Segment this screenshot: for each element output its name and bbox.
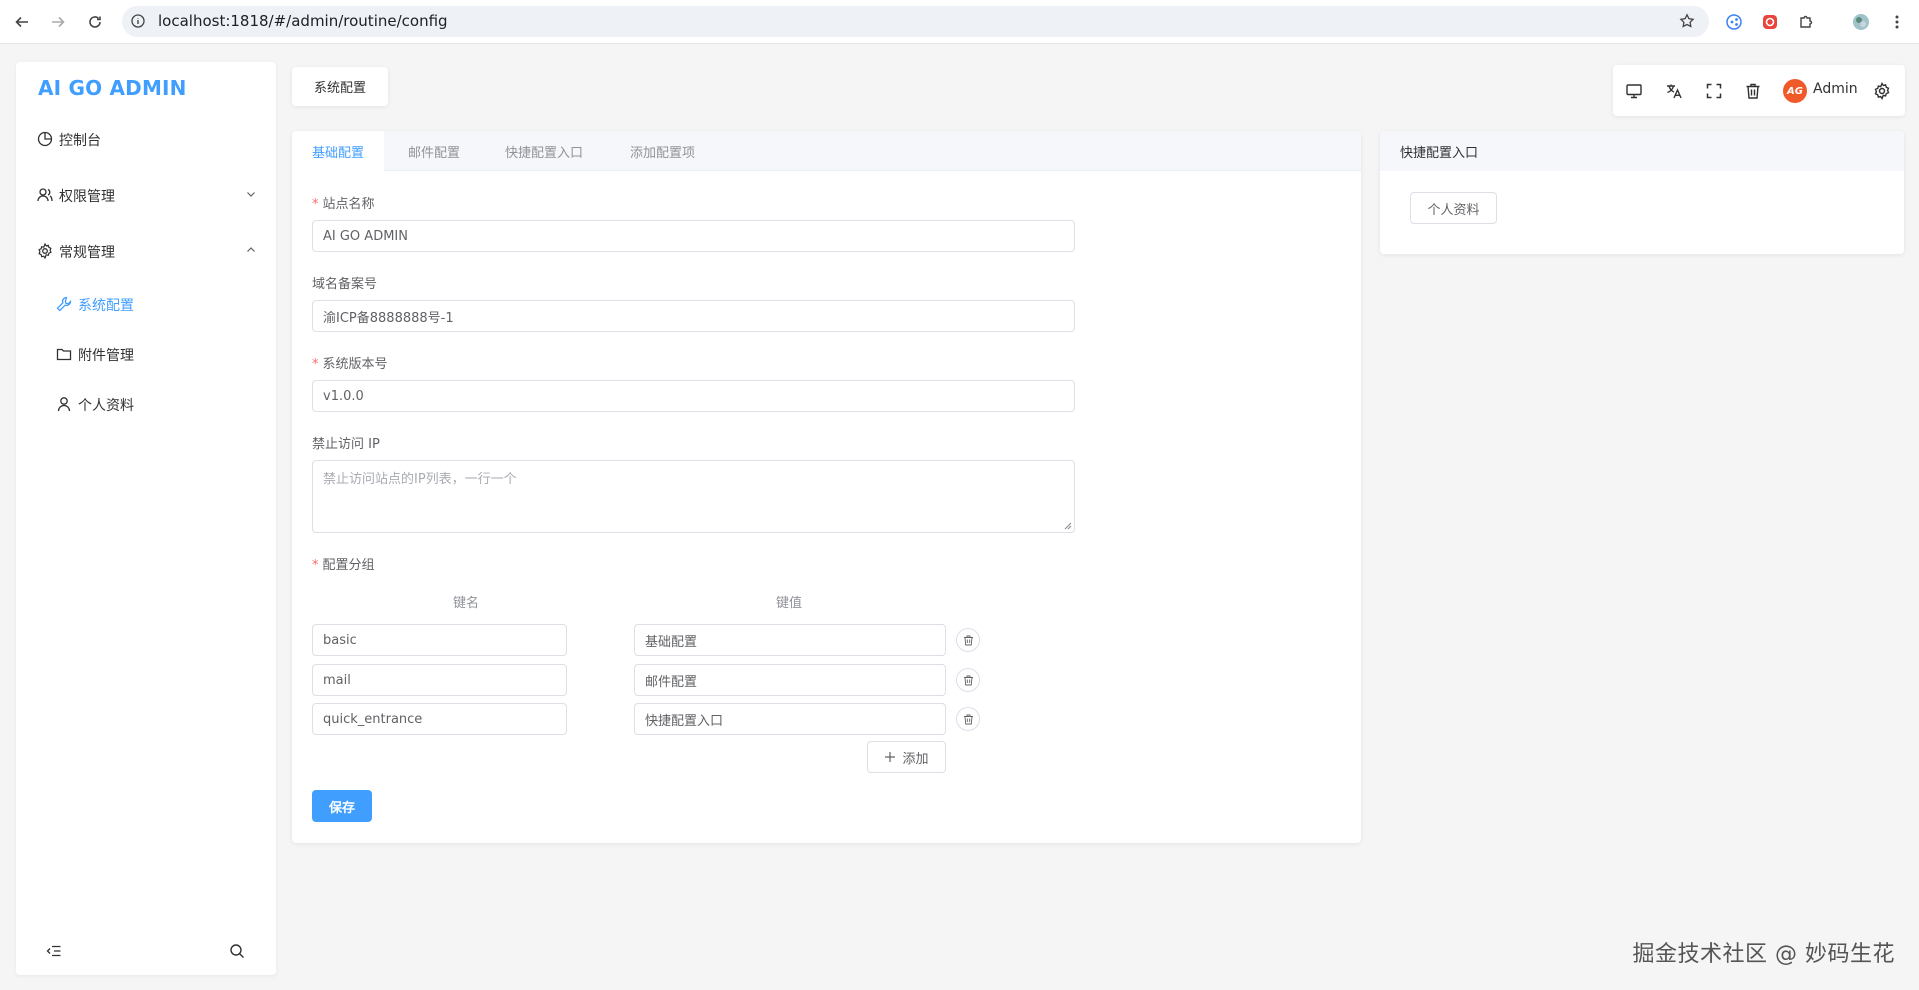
menu-item-label: 附件管理 <box>78 348 134 364</box>
red-extension-icon[interactable] <box>1759 11 1781 33</box>
tab-quick-entrance[interactable]: 快捷配置入口 <box>485 131 603 171</box>
version-input[interactable]: v1.0.0 <box>312 380 1075 412</box>
settings-gear-icon[interactable] <box>1873 82 1891 100</box>
required-mark: * <box>312 558 319 573</box>
tab-add-config-item[interactable]: 添加配置项 <box>610 131 715 171</box>
menu-item-label: 常规管理 <box>59 245 115 261</box>
menu-item-label: 权限管理 <box>59 189 115 205</box>
icp-label: 域名备案号 <box>312 277 378 292</box>
site-name-input[interactable]: AI GO ADMIN <box>312 220 1075 252</box>
users-icon <box>37 187 53 203</box>
translate-icon[interactable] <box>1665 82 1683 100</box>
forward-arrow-icon[interactable] <box>47 11 69 33</box>
extensions-puzzle-icon[interactable] <box>1795 11 1817 33</box>
menu-item-label: 个人资料 <box>78 398 134 414</box>
group-key-input[interactable]: quick_entrance <box>312 703 567 735</box>
menu-item-attachments[interactable]: 附件管理 <box>16 334 276 374</box>
site-info-icon[interactable] <box>131 14 145 28</box>
icp-input[interactable]: 渝ICP备8888888号-1 <box>312 300 1075 332</box>
tab-mail[interactable]: 邮件配置 <box>388 131 480 171</box>
url-text[interactable]: localhost:1818/#/admin/routine/config <box>158 12 448 30</box>
menu-item-system-config[interactable]: 系统配置 <box>16 284 276 324</box>
config-tabs: 基础配置 邮件配置 快捷配置入口 添加配置项 <box>292 131 1361 172</box>
group-value-input[interactable]: 基础配置 <box>634 624 946 656</box>
add-row-button[interactable]: 添加 <box>867 741 946 773</box>
back-arrow-icon[interactable] <box>11 11 33 33</box>
quick-entrance-card: 快捷配置入口 个人资料 <box>1380 131 1904 254</box>
group-value-input[interactable]: 快捷配置入口 <box>634 703 946 735</box>
user-icon <box>56 396 72 412</box>
wrench-icon <box>56 296 72 312</box>
deny-ip-placeholder: 禁止访问站点的IP列表，一行一个 <box>323 472 517 487</box>
quick-entrance-title: 快捷配置入口 <box>1380 131 1904 171</box>
group-key-input[interactable]: mail <box>312 664 567 696</box>
quick-profile-button[interactable]: 个人资料 <box>1410 192 1497 224</box>
menu-item-permissions[interactable]: 权限管理 <box>16 175 276 215</box>
group-key-input[interactable]: basic <box>312 624 567 656</box>
config-card: 基础配置 邮件配置 快捷配置入口 添加配置项 * 站点名称 AI GO ADMIN… <box>292 131 1361 843</box>
search-icon[interactable] <box>229 943 245 959</box>
profile-avatar-icon[interactable] <box>1850 11 1872 33</box>
fullscreen-icon[interactable] <box>1705 82 1723 100</box>
avatar[interactable]: AG <box>1783 79 1807 103</box>
trash-icon <box>963 714 973 724</box>
collapse-menu-icon[interactable] <box>46 943 62 959</box>
user-name[interactable]: Admin <box>1813 81 1858 97</box>
trash-icon <box>963 635 973 645</box>
required-mark: * <box>312 197 319 212</box>
address-bar[interactable]: localhost:1818/#/admin/routine/config <box>122 6 1709 37</box>
site-name-label: * 站点名称 <box>312 197 375 212</box>
menu-item-routine[interactable]: 常规管理 <box>16 231 276 271</box>
gear-icon <box>37 243 53 259</box>
monitor-icon[interactable] <box>1625 82 1643 100</box>
brand-title[interactable]: AI GO ADMIN <box>38 76 187 100</box>
reload-icon[interactable] <box>84 11 106 33</box>
chevron-up-icon <box>246 245 256 255</box>
menu-item-profile[interactable]: 个人资料 <box>16 384 276 424</box>
config-group-label: * 配置分组 <box>312 558 375 573</box>
watermark: 掘金技术社区 @ 妙码生花 <box>1632 942 1895 967</box>
header-toolbar: AG Admin <box>1613 65 1905 116</box>
tab-system-config[interactable]: 系统配置 <box>292 67 388 106</box>
chevron-down-icon <box>246 189 256 199</box>
clear-cache-trash-icon[interactable] <box>1744 82 1762 100</box>
browser-menu-icon[interactable] <box>1886 11 1908 33</box>
folder-icon <box>56 346 72 362</box>
sidebar: AI GO ADMIN 控制台 权限管理 常规管理 系统配置 附件管理 个人资料 <box>16 62 276 975</box>
bookmark-star-icon[interactable] <box>1679 13 1695 29</box>
value-column-header: 键值 <box>776 596 803 611</box>
trash-icon <box>963 675 973 685</box>
delete-row-button[interactable] <box>956 707 980 731</box>
required-mark: * <box>312 357 319 372</box>
browser-toolbar: localhost:1818/#/admin/routine/config <box>0 0 1919 44</box>
menu-item-label: 控制台 <box>59 133 101 149</box>
version-label: * 系统版本号 <box>312 357 388 372</box>
delete-row-button[interactable] <box>956 628 980 652</box>
menu-item-dashboard[interactable]: 控制台 <box>16 119 276 159</box>
share-extension-icon[interactable] <box>1723 11 1745 33</box>
save-button[interactable]: 保存 <box>312 790 372 822</box>
menu-item-label: 系统配置 <box>78 298 134 314</box>
tab-basic[interactable]: 基础配置 <box>292 131 385 172</box>
key-column-header: 键名 <box>453 596 480 611</box>
pie-chart-icon <box>37 131 53 147</box>
deny-ip-label: 禁止访问 IP <box>312 437 380 452</box>
group-value-input[interactable]: 邮件配置 <box>634 664 946 696</box>
resize-grip-icon[interactable] <box>1064 522 1072 530</box>
deny-ip-textarea[interactable]: 禁止访问站点的IP列表，一行一个 <box>312 460 1075 533</box>
delete-row-button[interactable] <box>956 668 980 692</box>
plus-icon <box>885 752 896 762</box>
